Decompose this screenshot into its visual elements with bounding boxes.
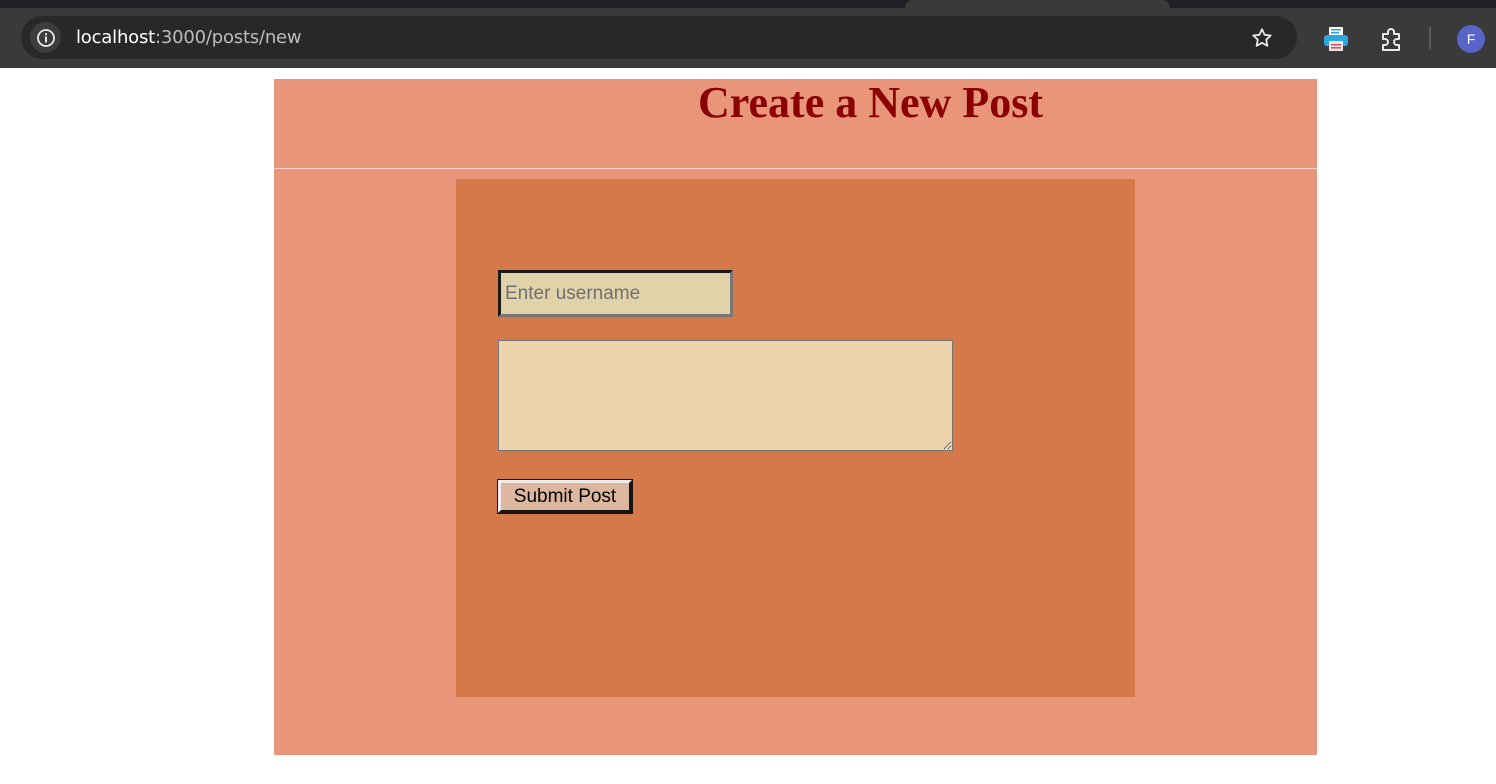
star-icon[interactable] <box>1250 26 1274 50</box>
browser-toolbar: localhost:3000/posts/new F <box>0 8 1496 68</box>
url-path: :3000/posts/new <box>155 27 302 48</box>
submit-post-button[interactable]: Submit Post <box>498 480 632 513</box>
info-icon[interactable] <box>30 22 61 53</box>
url-text[interactable]: localhost:3000/posts/new <box>76 27 302 48</box>
puzzle-icon[interactable] <box>1379 26 1405 52</box>
new-post-form: Submit Post <box>456 179 1135 697</box>
profile-avatar[interactable]: F <box>1457 25 1485 53</box>
post-content-textarea[interactable] <box>498 340 953 451</box>
profile-initial: F <box>1466 31 1476 47</box>
active-tab[interactable] <box>905 0 1170 8</box>
url-host: localhost <box>76 27 155 48</box>
address-bar[interactable]: localhost:3000/posts/new <box>21 16 1297 59</box>
toolbar-divider <box>1429 27 1431 49</box>
printer-extension-icon[interactable] <box>1323 25 1349 53</box>
username-input[interactable] <box>498 270 733 317</box>
tab-strip <box>0 0 1496 8</box>
page-header: Create a New Post <box>274 79 1317 169</box>
page-container: Create a New Post Submit Post <box>274 79 1317 755</box>
page-title: Create a New Post <box>698 78 1043 127</box>
